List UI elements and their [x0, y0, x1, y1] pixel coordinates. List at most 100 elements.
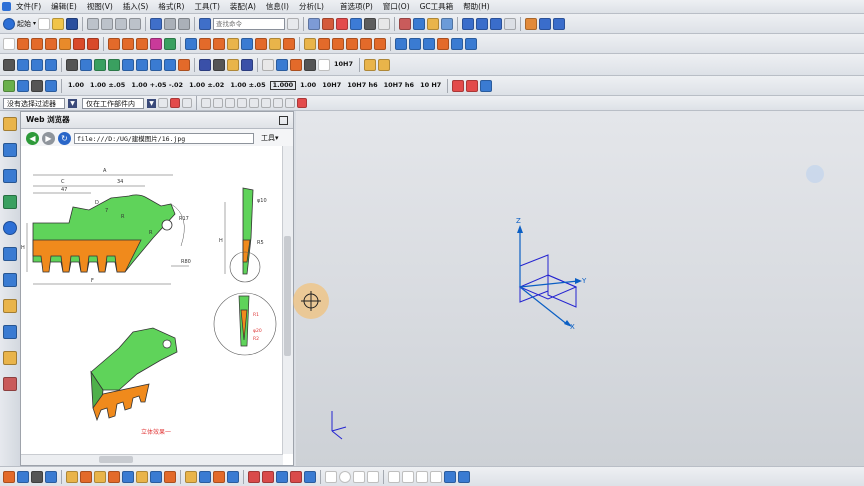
dimension-icon[interactable]	[427, 17, 440, 30]
smart-dimension-icon[interactable]	[17, 79, 29, 92]
search-icon[interactable]	[287, 17, 300, 30]
basic-dimension-button[interactable]: 1.000	[269, 81, 297, 90]
reuse-library-icon[interactable]	[3, 195, 17, 209]
fit-view-icon[interactable]	[462, 17, 475, 30]
datum-csys-icon[interactable]	[17, 58, 29, 71]
offset-curve-icon[interactable]	[136, 58, 148, 71]
sweep-icon[interactable]	[45, 37, 57, 50]
bottom-snap-icon[interactable]	[304, 470, 316, 483]
snap-quadrant-icon[interactable]	[261, 98, 271, 108]
bottom-dimension-icon[interactable]	[290, 470, 302, 483]
bottom-pad-icon[interactable]	[108, 470, 120, 483]
bottom-blend-icon[interactable]	[150, 470, 162, 483]
orient-wcs-icon[interactable]	[413, 17, 426, 30]
draft-icon[interactable]	[227, 37, 239, 50]
menu-insert[interactable]: 插入(S)	[118, 1, 154, 12]
bottom-cylinder-icon[interactable]	[45, 470, 57, 483]
expression-icon[interactable]	[276, 58, 288, 71]
thread-icon[interactable]	[269, 37, 281, 50]
surface-icon[interactable]	[395, 37, 407, 50]
layer-icon[interactable]	[364, 17, 377, 30]
block-icon[interactable]	[304, 37, 316, 50]
bottom-block-icon[interactable]	[31, 470, 43, 483]
bottom-mirror-icon[interactable]	[444, 470, 456, 483]
snap-control-icon[interactable]	[225, 98, 235, 108]
bottom-scale-icon[interactable]	[227, 470, 239, 483]
browser-tools-menu[interactable]: 工具▾	[261, 133, 279, 143]
roles-icon[interactable]	[3, 325, 17, 339]
snap-end-icon[interactable]	[201, 98, 211, 108]
bottom-fillet-icon[interactable]	[402, 470, 414, 483]
snap-icon[interactable]	[322, 17, 335, 30]
snap-point-icon[interactable]	[336, 17, 349, 30]
extrude-icon[interactable]	[17, 37, 29, 50]
start-icon[interactable]	[3, 17, 15, 30]
snap-point-on-curve-icon[interactable]	[273, 98, 283, 108]
mirror-icon[interactable]	[255, 37, 267, 50]
boss-icon[interactable]	[73, 37, 85, 50]
bottom-point-icon[interactable]	[367, 470, 379, 483]
bridge-curve-icon[interactable]	[178, 58, 190, 71]
type-filter-arrow-icon[interactable]: ▼	[68, 98, 77, 108]
perspective-icon[interactable]	[539, 17, 552, 30]
selection-icon[interactable]	[308, 17, 321, 30]
view-style-icon[interactable]	[504, 17, 517, 30]
bottom-groove-icon[interactable]	[136, 470, 148, 483]
filter-icon[interactable]	[158, 98, 168, 108]
select-all-icon[interactable]	[182, 98, 192, 108]
snap-settings-icon[interactable]	[297, 98, 307, 108]
limits-button[interactable]: 1.00 ±.05	[228, 82, 267, 89]
grid-icon[interactable]	[441, 17, 454, 30]
menu-window[interactable]: 窗口(O)	[378, 1, 415, 12]
edge-blend-icon[interactable]	[185, 37, 197, 50]
graphics-viewport[interactable]: Z Y X	[296, 111, 864, 466]
angular-dimension-icon[interactable]	[31, 79, 43, 92]
pocket-icon[interactable]	[87, 37, 99, 50]
delete-icon[interactable]	[129, 17, 142, 30]
triangle-icon[interactable]	[262, 58, 274, 71]
studio-surface-icon[interactable]	[423, 37, 435, 50]
text-curve-icon[interactable]	[122, 58, 134, 71]
offset-face-icon[interactable]	[283, 37, 295, 50]
undo-icon[interactable]	[150, 17, 163, 30]
bottom-trim-icon[interactable]	[416, 470, 428, 483]
menu-format[interactable]: 格式(R)	[153, 1, 189, 12]
show-hide-icon[interactable]	[350, 17, 363, 30]
pattern-icon[interactable]	[241, 37, 253, 50]
menu-gc-toolbox[interactable]: GC工具箱	[415, 1, 459, 12]
cylinder-icon[interactable]	[318, 37, 330, 50]
palette-icon[interactable]	[3, 377, 17, 391]
web-browser-icon[interactable]	[3, 221, 17, 235]
assembly-navigator-icon[interactable]	[3, 117, 17, 131]
check-geometry-icon[interactable]	[241, 58, 253, 71]
constraint-navigator-icon[interactable]	[3, 143, 17, 157]
bottom-revolve-icon[interactable]	[17, 470, 29, 483]
address-field[interactable]: file:///D:/UG/建模图片/16.jpg	[74, 132, 254, 144]
menu-edit[interactable]: 编辑(E)	[46, 1, 82, 12]
back-icon[interactable]: ◀	[26, 131, 39, 145]
surface-finish-icon[interactable]	[480, 79, 493, 92]
equal-bilateral-button[interactable]: 1.00 ±.02	[187, 82, 226, 89]
fit-10h7-h6-stack-button[interactable]: 10H7 h6	[382, 82, 416, 89]
forward-icon[interactable]: ▶	[42, 131, 55, 145]
fit-10-h7-button[interactable]: 10 H7	[418, 82, 443, 89]
start-label[interactable]: 起始	[17, 19, 31, 29]
cone-icon[interactable]	[332, 37, 344, 50]
reference-dimension-button[interactable]: 1.00	[298, 82, 318, 89]
measure-distance-icon[interactable]	[199, 58, 211, 71]
move-face-icon[interactable]	[360, 37, 372, 50]
intersection-curve-icon[interactable]	[164, 58, 176, 71]
thicken-icon[interactable]	[451, 37, 463, 50]
background-icon[interactable]	[525, 17, 538, 30]
reference-icon[interactable]	[290, 58, 302, 71]
line-icon[interactable]	[66, 58, 78, 71]
section-view-icon[interactable]	[553, 17, 566, 30]
point-icon[interactable]	[3, 58, 15, 71]
measure-body-icon[interactable]	[227, 58, 239, 71]
bottom-circle-icon[interactable]	[339, 470, 351, 483]
menu-preferences[interactable]: 首选项(P)	[335, 1, 378, 12]
unilateral-tolerance-button[interactable]: 1.00 +.05 -.02	[129, 82, 185, 89]
snap-intersection-icon[interactable]	[237, 98, 247, 108]
menu-analysis[interactable]: 分析(L)	[294, 1, 329, 12]
bottom-rectangle-icon[interactable]	[353, 470, 365, 483]
